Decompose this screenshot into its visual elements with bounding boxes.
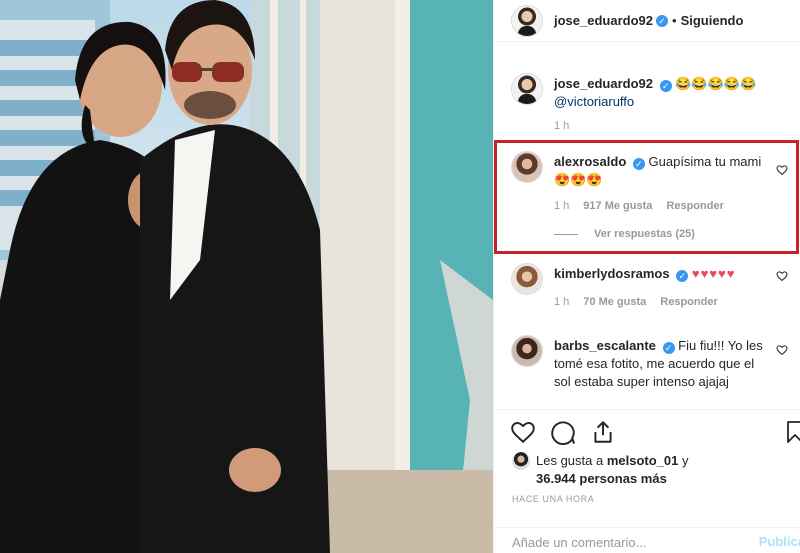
view-replies-button[interactable]: Ver respuestas (25) <box>554 225 764 243</box>
commenter-avatar[interactable] <box>512 152 542 182</box>
comment-input[interactable] <box>512 535 742 550</box>
comment-likes[interactable]: 917 Me gusta <box>583 197 652 215</box>
likes-count[interactable]: 36.944 personas más <box>536 471 667 486</box>
heart-icon[interactable] <box>510 419 536 445</box>
share-icon[interactable] <box>590 419 616 445</box>
verified-badge-icon: ✓ <box>632 158 645 170</box>
publish-button[interactable]: Publica <box>759 534 800 549</box>
reply-button[interactable]: Responder <box>660 293 717 311</box>
commenter-avatar[interactable] <box>512 336 542 366</box>
caption-avatar[interactable] <box>512 74 542 104</box>
commenter-username[interactable]: kimberlydosramos <box>554 266 670 281</box>
caption: jose_eduardo92 ✓ 😂😂😂😂😂 @victoriaruffo 1 … <box>512 72 792 135</box>
post-details-panel: jose_eduardo92 ✓ • Siguiendo jose_eduard… <box>493 0 800 553</box>
likes-summary: Les gusta a melsoto_01 y 36.944 personas… <box>512 452 776 488</box>
comment-time[interactable]: 1 h <box>554 197 569 215</box>
following-button[interactable]: Siguiendo <box>681 13 744 28</box>
comment-icon[interactable] <box>550 419 576 445</box>
post-photo[interactable] <box>0 0 493 553</box>
commenter-username[interactable]: alexrosaldo <box>554 154 626 169</box>
bookmark-icon[interactable] <box>783 419 800 445</box>
reply-button[interactable]: Responder <box>666 197 723 215</box>
comment-item: barbs_escalante ✓ Fiu fiu!!! Yo les tomé… <box>512 334 792 391</box>
author-username[interactable]: jose_eduardo92 <box>554 13 653 28</box>
liker-username[interactable]: melsoto_01 <box>607 453 679 468</box>
likes-middle: y <box>678 453 689 468</box>
commenter-username[interactable]: barbs_escalante <box>554 338 656 353</box>
heart-icon[interactable] <box>776 270 788 282</box>
comment-likes[interactable]: 70 Me gusta <box>583 293 646 311</box>
caption-username[interactable]: jose_eduardo92 <box>554 76 653 91</box>
verified-badge-icon: ✓ <box>676 270 689 282</box>
replies-line <box>554 233 578 235</box>
heart-icon[interactable] <box>776 164 788 176</box>
likes-prefix: Les gusta a <box>536 453 607 468</box>
caption-emojis: 😂😂😂😂😂 <box>675 76 757 91</box>
commenter-avatar[interactable] <box>512 264 542 294</box>
comment-time[interactable]: 1 h <box>554 293 569 311</box>
comment-item: alexrosaldo ✓ Guapísima tu mami 😍😍😍 1 h … <box>512 150 792 243</box>
author-avatar[interactable] <box>512 5 542 36</box>
view-replies-label: Ver respuestas (25) <box>594 228 695 240</box>
caption-mention[interactable]: @victoriaruffo <box>554 94 634 109</box>
comment-item: kimberlydosramos ✓ ♥♥♥♥♥ 1 h 70 Me gusta… <box>512 262 792 311</box>
caption-time[interactable]: 1 h <box>554 117 569 135</box>
post-timestamp: HACE UNA HORA <box>512 494 595 504</box>
liker-avatar[interactable] <box>512 452 530 470</box>
verified-badge-icon: ✓ <box>659 80 672 92</box>
photo-illustration <box>0 0 493 553</box>
add-comment-bar: Publica <box>494 527 800 553</box>
heart-icon[interactable] <box>776 344 788 356</box>
comment-text: ♥♥♥♥♥ <box>691 266 736 281</box>
post-header: jose_eduardo92 ✓ • Siguiendo <box>494 0 800 42</box>
action-bar <box>494 409 800 453</box>
verified-badge-icon: ✓ <box>656 14 668 27</box>
verified-badge-icon: ✓ <box>662 342 675 354</box>
separator-dot: • <box>672 13 677 28</box>
